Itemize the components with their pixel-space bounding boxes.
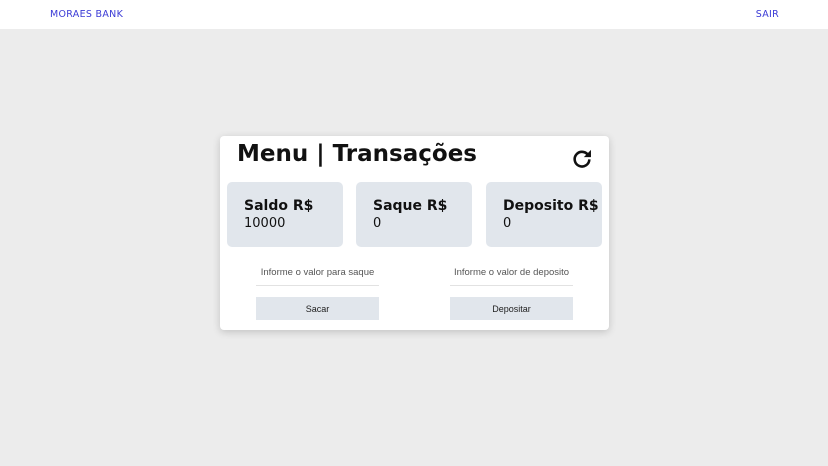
page-title: Menu | Transações [237, 141, 477, 167]
deposit-value: 0 [503, 216, 512, 231]
balance-value: 10000 [244, 216, 286, 231]
withdrawal-tile: Saque R$ 0 [356, 182, 472, 247]
withdraw-button[interactable]: Sacar [256, 297, 379, 320]
withdrawal-label: Saque R$ [373, 198, 448, 214]
transactions-card: Menu | Transações Saldo R$ 10000 Saque R… [220, 136, 609, 330]
balance-label: Saldo R$ [244, 198, 314, 214]
withdrawal-amount-input[interactable] [256, 260, 379, 286]
deposit-amount-input[interactable] [450, 260, 573, 286]
logout-link[interactable]: SAIR [756, 9, 779, 20]
deposit-tile: Deposito R$ 0 [486, 182, 602, 247]
deposit-label: Deposito R$ [503, 198, 599, 214]
top-navbar: MORAES BANK SAIR [0, 0, 828, 29]
deposit-button[interactable]: Depositar [450, 297, 573, 320]
withdrawal-value: 0 [373, 216, 382, 231]
brand-link[interactable]: MORAES BANK [50, 9, 123, 20]
balance-tile: Saldo R$ 10000 [227, 182, 343, 247]
refresh-icon[interactable] [571, 147, 593, 169]
